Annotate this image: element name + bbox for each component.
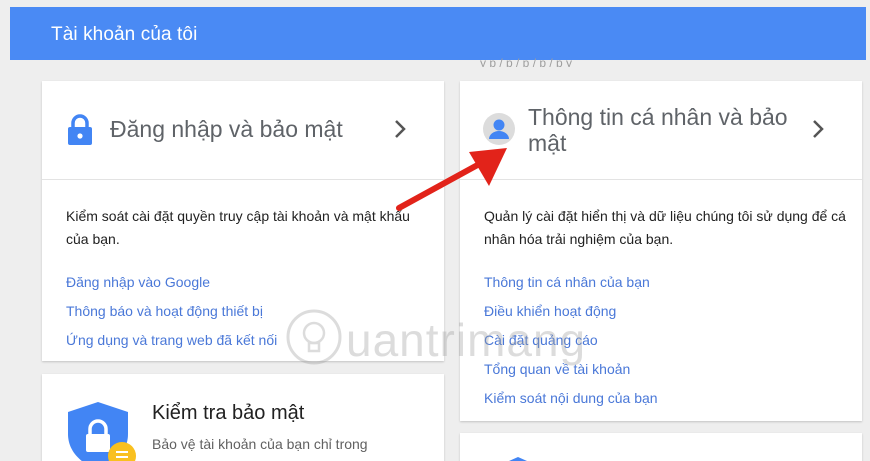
chevron-right-icon[interactable] — [810, 117, 828, 141]
security-checkup-title: Kiểm tra bảo mật — [152, 402, 305, 424]
link-connected-apps[interactable]: Ứng dụng và trang web đã kết nối — [66, 332, 277, 348]
link-personal-info[interactable]: Thông tin cá nhân của bạn — [484, 274, 650, 290]
chevron-right-icon[interactable] — [392, 117, 410, 141]
page-title: Tài khoản của tôi — [51, 24, 198, 45]
signin-security-card[interactable]: Đăng nhập và bảo mật Kiểm soát cài đặt q… — [42, 81, 444, 361]
personal-info-description: Quản lý cài đặt hiển thị và dữ liệu chún… — [484, 208, 846, 247]
security-checkup-description: Bảo vệ tài khoản của bạn chỉ trong — [152, 436, 368, 452]
signin-security-title: Đăng nhập và bảo mật — [110, 116, 343, 142]
next-card[interactable] — [460, 433, 862, 461]
lock-icon — [68, 114, 92, 145]
link-activity-controls[interactable]: Điều khiển hoạt động — [484, 303, 616, 319]
annotation-arrow-icon — [396, 148, 507, 211]
personal-info-header[interactable]: Thông tin cá nhân và bảo mật — [460, 81, 862, 180]
shield-lock-icon — [68, 402, 136, 461]
link-content-control[interactable]: Kiểm soát nội dung của bạn — [484, 390, 658, 406]
top-app-bar: Tài khoản của tôi — [10, 7, 866, 60]
personal-info-title: Thông tin cá nhân và bảo mật — [528, 104, 788, 156]
link-signin-google[interactable]: Đăng nhập vào Google — [66, 274, 210, 290]
page: Tài khoản của tôi y p / p / p / p / p y … — [0, 0, 870, 461]
personal-info-card[interactable]: Thông tin cá nhân và bảo mật Quản lý cài… — [460, 81, 862, 421]
security-checkup-card[interactable]: Kiểm tra bảo mật Bảo vệ tài khoản của bạ… — [42, 374, 444, 461]
shield-icon — [509, 457, 527, 461]
link-account-overview[interactable]: Tổng quan về tài khoản — [484, 361, 630, 377]
signin-security-description: Kiểm soát cài đặt quyền truy cập tài kho… — [66, 208, 410, 247]
signin-security-header[interactable]: Đăng nhập và bảo mật — [42, 81, 444, 180]
link-ad-settings[interactable]: Cài đặt quảng cáo — [484, 332, 598, 348]
link-device-activity[interactable]: Thông báo và hoạt động thiết bị — [66, 303, 263, 319]
scrolled-content-fragment: y p / p / p / p / p y — [480, 57, 573, 67]
